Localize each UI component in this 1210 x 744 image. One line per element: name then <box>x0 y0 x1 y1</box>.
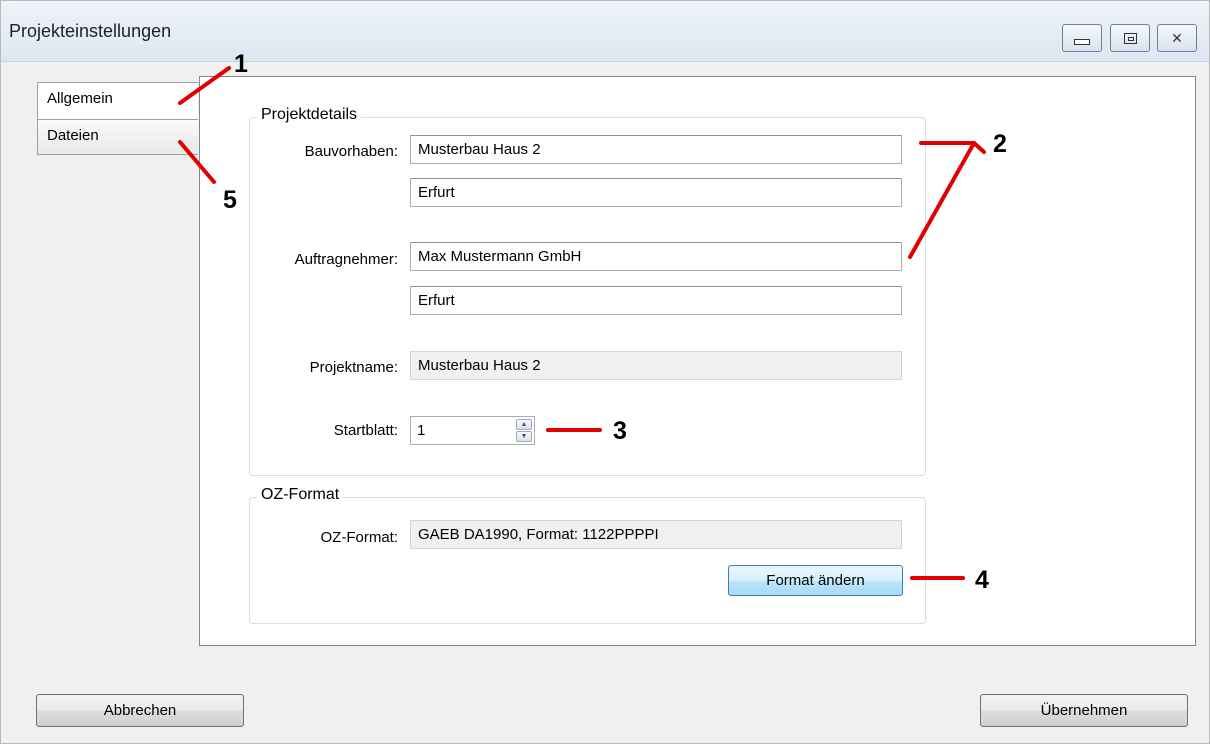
callout-number-2: 2 <box>993 130 1007 158</box>
callout-line-5 <box>178 140 216 184</box>
callout-number-3: 3 <box>613 417 627 445</box>
callout-number-4: 4 <box>975 566 989 594</box>
annotation-overlay <box>178 66 986 580</box>
callout-line-2c <box>908 141 976 259</box>
callout-line-1 <box>178 66 231 105</box>
callout-number-5: 5 <box>223 186 237 214</box>
callout-number-1: 1 <box>234 50 248 78</box>
